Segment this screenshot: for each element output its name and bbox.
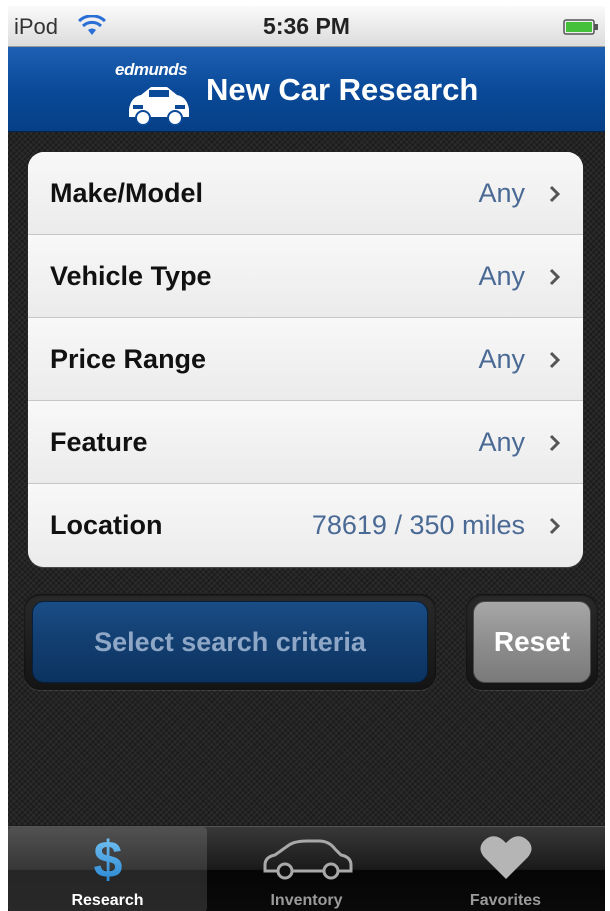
chevron-right-icon — [549, 434, 561, 457]
battery-icon — [563, 19, 599, 40]
criteria-row-make-model[interactable]: Make/Model Any — [28, 152, 583, 235]
search-button[interactable]: Select search criteria — [32, 601, 428, 683]
tab-inventory[interactable]: Inventory — [207, 827, 406, 911]
tab-favorites[interactable]: Favorites — [406, 827, 605, 911]
chevron-right-icon — [549, 517, 561, 540]
reset-button[interactable]: Reset — [473, 601, 591, 683]
status-time: 5:36 PM — [263, 13, 350, 39]
criteria-label: Price Range — [50, 344, 207, 374]
chevron-right-icon — [549, 268, 561, 291]
criteria-table: Make/Model Any Vehicle Type Any Price Ra… — [28, 152, 583, 567]
chevron-right-icon — [549, 351, 561, 374]
reset-button-well: Reset — [466, 594, 598, 690]
phone-screen: iPod 5:36 PM edmunds New Car Research Ma… — [8, 6, 605, 911]
navigation-bar: edmunds New Car Research — [8, 47, 605, 132]
tab-label: Favorites — [469, 892, 542, 909]
criteria-row-location[interactable]: Location 78619 / 350 miles — [28, 484, 583, 567]
criteria-label: Feature — [50, 427, 148, 457]
criteria-label: Make/Model — [50, 178, 204, 208]
tab-label: Research — [71, 892, 144, 909]
criteria-row-vehicle-type[interactable]: Vehicle Type Any — [28, 235, 583, 318]
edmunds-logo-text: edmunds — [115, 60, 188, 79]
criteria-row-price-range[interactable]: Price Range Any — [28, 318, 583, 401]
criteria-label: Vehicle Type — [50, 261, 212, 291]
car-logo-icon — [123, 83, 193, 132]
content-area: Make/Model Any Vehicle Type Any Price Ra… — [8, 132, 605, 825]
heart-icon — [406, 833, 605, 883]
page-title: New Car Research — [206, 72, 479, 107]
criteria-value: Any — [478, 261, 525, 291]
car-icon — [207, 833, 406, 883]
chevron-right-icon — [549, 185, 561, 208]
search-button-well: Select search criteria — [24, 594, 436, 690]
status-bar: iPod 5:36 PM — [8, 6, 605, 47]
tab-bar: $ Research Inventory Favorites — [8, 826, 605, 911]
criteria-value: Any — [478, 178, 525, 208]
criteria-value: 78619 / 350 miles — [311, 510, 525, 540]
criteria-label: Location — [50, 510, 163, 540]
tab-label: Inventory — [270, 892, 343, 909]
criteria-value: Any — [478, 427, 525, 457]
criteria-value: Any — [478, 344, 525, 374]
svg-text:$: $ — [93, 833, 122, 883]
dollar-icon: $ — [8, 833, 207, 883]
tab-research[interactable]: $ Research — [8, 827, 207, 911]
criteria-row-feature[interactable]: Feature Any — [28, 401, 583, 484]
